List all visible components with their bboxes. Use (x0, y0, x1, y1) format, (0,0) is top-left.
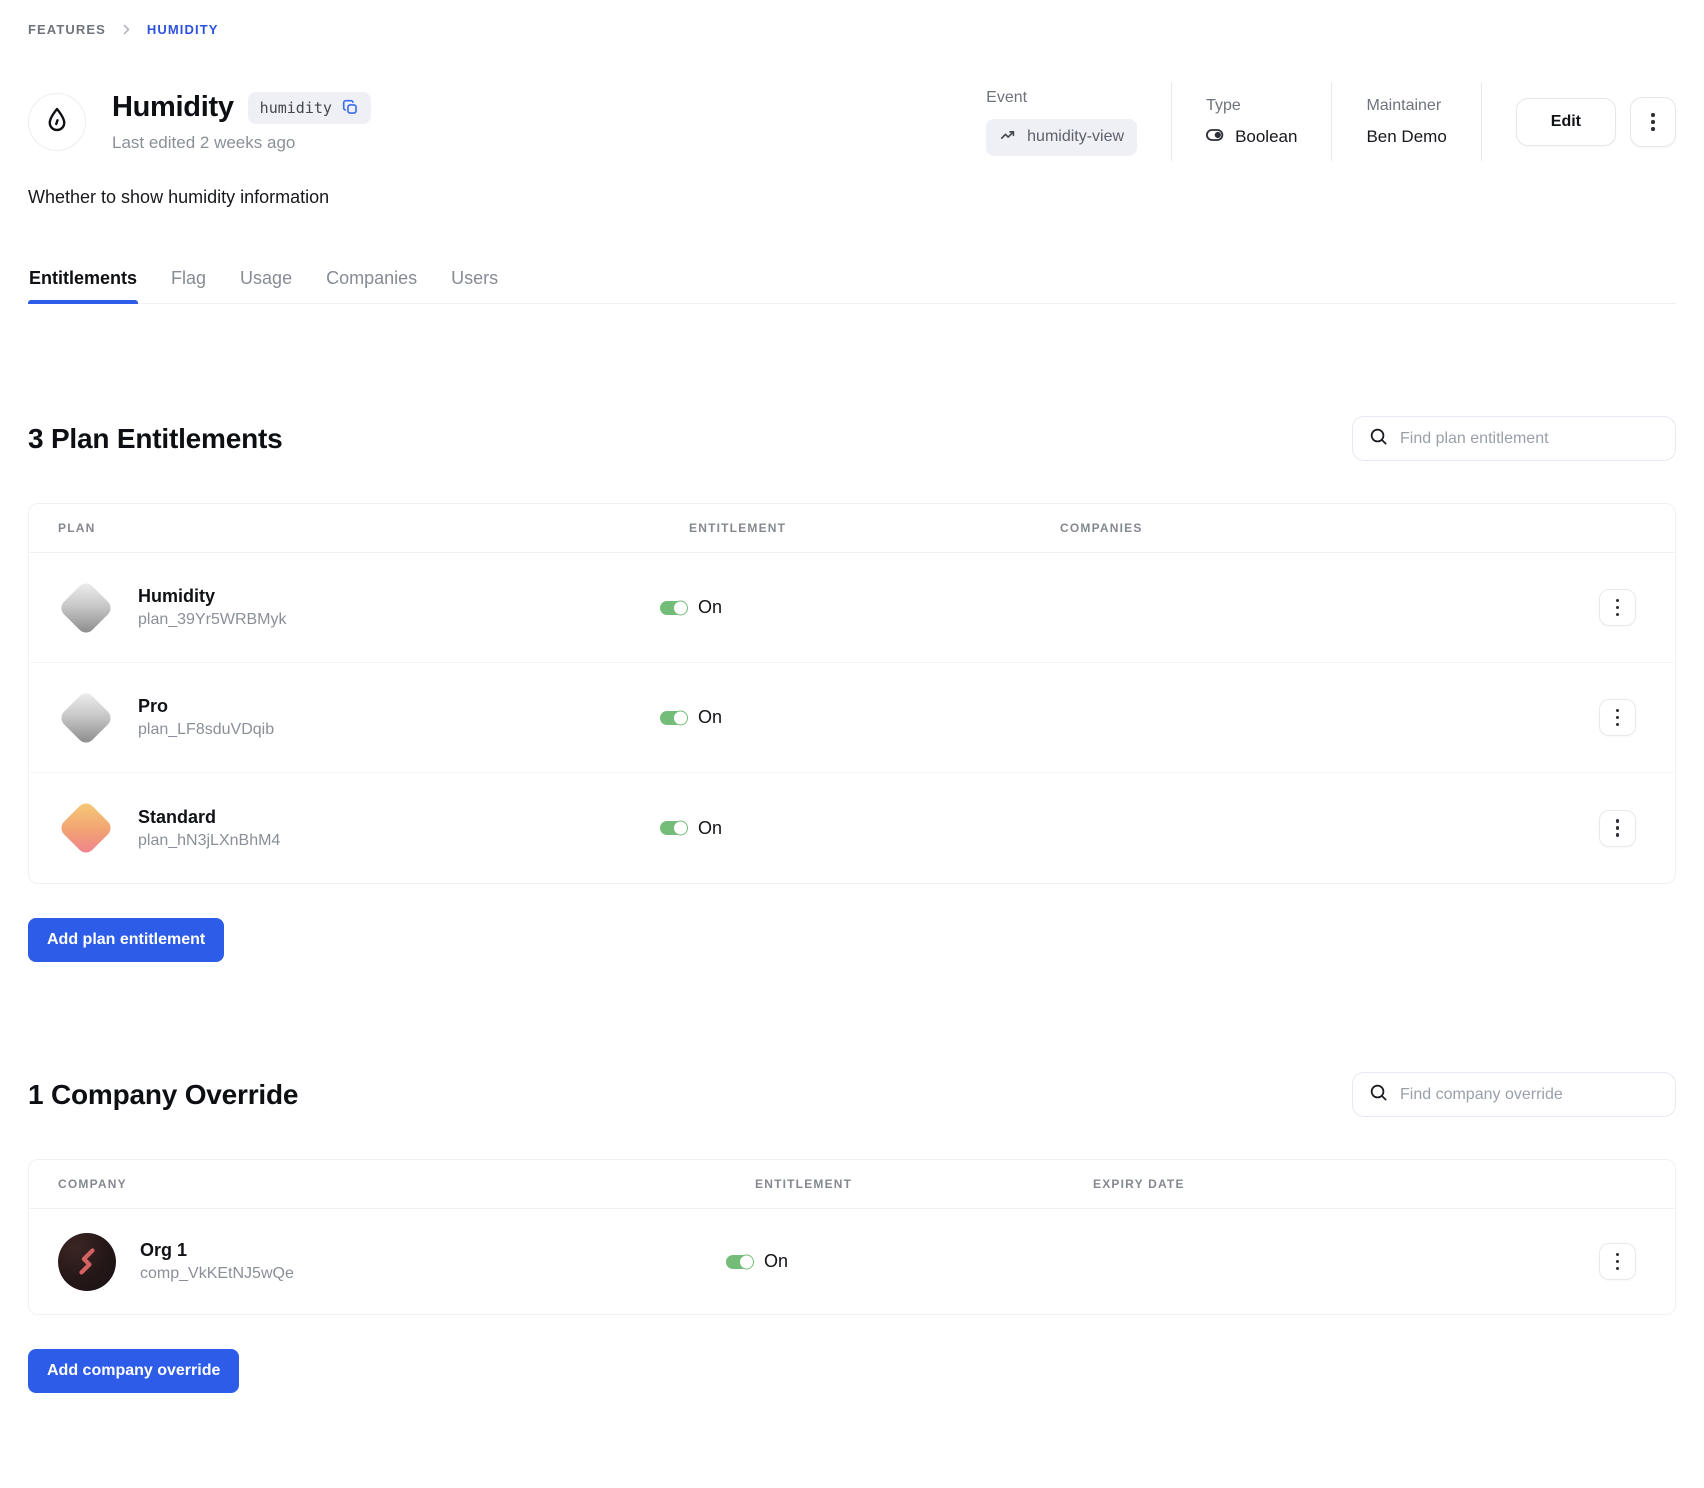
entitlement-state: On (764, 1251, 788, 1272)
company-override-table: Company Entitlement Expiry Date Org 1 co… (28, 1159, 1676, 1315)
kebab-icon (1616, 599, 1620, 617)
tab-usage[interactable]: Usage (239, 260, 293, 303)
plan-table-header: Plan Entitlement Companies (29, 504, 1675, 553)
org-logo-icon (70, 1242, 104, 1281)
plan-icon (58, 580, 114, 636)
column-header-companies: Companies (1031, 521, 1599, 535)
header-kebab-menu-button[interactable] (1630, 97, 1676, 147)
tab-users[interactable]: Users (450, 260, 499, 303)
toggle-on-icon (726, 1255, 753, 1269)
column-header-entitlement: Entitlement (660, 521, 1031, 535)
toggle-on-icon (660, 821, 687, 835)
edit-button[interactable]: Edit (1516, 98, 1616, 146)
add-plan-entitlement-button[interactable]: Add plan entitlement (28, 918, 224, 962)
company-id: comp_VkKEtNJ5wQe (140, 1265, 294, 1283)
copy-icon[interactable] (342, 99, 359, 116)
entitlement-state: On (698, 818, 722, 839)
tab-bar: Entitlements Flag Usage Companies Users (28, 260, 1676, 304)
tab-flag[interactable]: Flag (170, 260, 207, 303)
kebab-icon (1616, 1253, 1620, 1271)
event-pill[interactable]: humidity-view (986, 119, 1137, 156)
feature-key-badge: humidity (248, 92, 371, 124)
boolean-toggle-icon (1206, 127, 1226, 147)
type-value: Boolean (1235, 127, 1297, 147)
table-row-plan-humidity[interactable]: Humidity plan_39Yr5WRBMyk On (29, 553, 1675, 663)
plan-id: plan_39Yr5WRBMyk (138, 611, 287, 629)
plan-icon (58, 800, 114, 856)
maintainer-label: Maintainer (1366, 97, 1446, 115)
event-label: Event (986, 89, 1137, 107)
plan-entitlements-title: 3 Plan Entitlements (28, 423, 283, 455)
page-title: Humidity (112, 91, 234, 124)
plan-name: Standard (138, 807, 280, 828)
breadcrumb-humidity: HUMIDITY (147, 22, 219, 37)
company-override-search[interactable] (1352, 1072, 1676, 1117)
feature-description: Whether to show humidity information (28, 187, 1676, 208)
meta-event: Event humidity-view (952, 89, 1171, 156)
search-icon (1369, 427, 1388, 451)
feature-detail-page: FEATURES HUMIDITY Humidity humidity (0, 0, 1704, 1433)
plan-id: plan_hN3jLXnBhM4 (138, 832, 280, 850)
table-row-company-org1[interactable]: Org 1 comp_VkKEtNJ5wQe On (29, 1209, 1675, 1314)
entitlement-state: On (698, 707, 722, 728)
event-value: humidity-view (1027, 128, 1124, 146)
entitlement-toggle[interactable]: On (660, 707, 1031, 728)
type-label: Type (1206, 97, 1297, 115)
tab-companies[interactable]: Companies (325, 260, 418, 303)
entitlement-toggle[interactable]: On (660, 818, 1031, 839)
plan-entitlement-search[interactable] (1352, 416, 1676, 461)
trending-up-icon (999, 126, 1017, 149)
plan-name: Pro (138, 696, 274, 717)
breadcrumb: FEATURES HUMIDITY (28, 22, 1676, 37)
plan-id: plan_LF8sduVDqib (138, 721, 274, 739)
table-row-plan-standard[interactable]: Standard plan_hN3jLXnBhM4 On (29, 773, 1675, 883)
search-icon (1369, 1083, 1388, 1107)
company-name: Org 1 (140, 1240, 294, 1261)
kebab-icon (1616, 709, 1620, 727)
tab-entitlements[interactable]: Entitlements (28, 260, 138, 303)
row-kebab-menu-button[interactable] (1599, 1243, 1636, 1280)
maintainer-value: Ben Demo (1366, 127, 1446, 147)
kebab-icon (1651, 113, 1655, 131)
column-header-expiry-date: Expiry Date (1064, 1177, 1599, 1191)
feature-header: Humidity humidity Last edited 2 weeks ag… (28, 83, 1676, 161)
table-row-plan-pro[interactable]: Pro plan_LF8sduVDqib On (29, 663, 1675, 773)
feature-key-text: humidity (260, 99, 332, 117)
column-header-entitlement: Entitlement (726, 1177, 1064, 1191)
toggle-on-icon (660, 711, 687, 725)
meta-type: Type Boolean (1172, 97, 1331, 147)
divider (1481, 83, 1482, 161)
company-override-header: 1 Company Override (28, 1072, 1676, 1117)
feature-avatar (28, 93, 86, 151)
company-table-header: Company Entitlement Expiry Date (29, 1160, 1675, 1209)
meta-maintainer: Maintainer Ben Demo (1332, 97, 1480, 147)
droplet-icon (42, 105, 72, 140)
chevron-right-icon (120, 23, 133, 36)
last-edited-text: Last edited 2 weeks ago (112, 133, 952, 153)
add-company-override-button[interactable]: Add company override (28, 1349, 239, 1393)
plan-icon (58, 690, 114, 746)
entitlement-toggle[interactable]: On (660, 597, 1031, 618)
company-avatar (58, 1233, 116, 1291)
plan-name: Humidity (138, 586, 287, 607)
toggle-on-icon (660, 601, 687, 615)
entitlement-toggle[interactable]: On (726, 1251, 1064, 1272)
entitlement-state: On (698, 597, 722, 618)
row-kebab-menu-button[interactable] (1599, 699, 1636, 736)
breadcrumb-features[interactable]: FEATURES (28, 22, 106, 37)
column-header-plan: Plan (29, 521, 660, 535)
company-override-title: 1 Company Override (28, 1079, 298, 1111)
plan-entitlement-search-input[interactable] (1400, 430, 1659, 448)
row-kebab-menu-button[interactable] (1599, 589, 1636, 626)
column-header-company: Company (29, 1177, 726, 1191)
company-override-search-input[interactable] (1400, 1086, 1659, 1104)
plan-entitlements-header: 3 Plan Entitlements (28, 416, 1676, 461)
plan-entitlements-table: Plan Entitlement Companies Humidity plan… (28, 503, 1676, 884)
title-block: Humidity humidity Last edited 2 weeks ag… (112, 91, 952, 153)
row-kebab-menu-button[interactable] (1599, 810, 1636, 847)
kebab-icon (1616, 819, 1620, 837)
